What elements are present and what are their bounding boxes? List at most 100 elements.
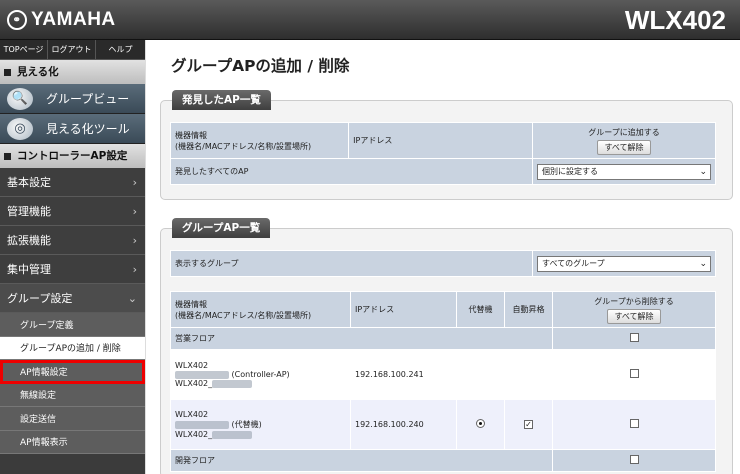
chevron-down-icon: ⌄ bbox=[699, 166, 707, 177]
auto-promote-cell bbox=[504, 349, 553, 400]
remove-checkbox[interactable] bbox=[629, 455, 639, 464]
top-bar: ⚭ YAMAHA WLX402 bbox=[0, 0, 740, 40]
all-found-ap-select[interactable]: 個別に設定する ⌄ bbox=[537, 163, 711, 180]
col-sublabel: (機器名/MACアドレス/名称/設置場所) bbox=[175, 141, 312, 151]
show-group-label: 表示するグループ bbox=[170, 250, 533, 277]
floor-remove-cell bbox=[552, 327, 716, 350]
tool-label: 見える化ツール bbox=[46, 122, 130, 136]
substitute-cell bbox=[456, 399, 505, 450]
device-name: WLX402 bbox=[175, 361, 209, 370]
masked-mac bbox=[175, 420, 229, 429]
ip-cell: 192.168.100.240 bbox=[350, 399, 457, 450]
show-group-select[interactable]: すべてのグループ ⌄ bbox=[537, 255, 711, 272]
floor-label: 営業フロア bbox=[170, 327, 553, 350]
masked-mac bbox=[175, 370, 229, 379]
submenu-wireless-settings[interactable]: 無線設定 bbox=[0, 383, 145, 407]
col-substitute: 代替機 bbox=[456, 291, 505, 328]
masked-name bbox=[212, 379, 253, 388]
page-title: グループAPの追加 / 削除 bbox=[171, 57, 350, 75]
visual-tool-button[interactable]: ◎ 見える化ツール bbox=[0, 114, 145, 144]
col-ip: IPアドレス bbox=[350, 291, 457, 328]
auto-promote-cell: ✓ bbox=[504, 399, 553, 450]
tuning-fork-icon: ⚭ bbox=[7, 10, 27, 30]
device-label: WLX402_ bbox=[175, 379, 213, 388]
menu-label: グループ設定 bbox=[7, 292, 73, 305]
chevron-right-icon: › bbox=[132, 204, 137, 218]
substitute-cell bbox=[456, 349, 505, 400]
all-found-ap-label: 発見したすべてのAP bbox=[170, 158, 533, 185]
substitute-radio[interactable] bbox=[476, 419, 485, 428]
chevron-down-icon: ⌄ bbox=[127, 291, 137, 305]
auto-promote-checkbox[interactable]: ✓ bbox=[524, 420, 533, 429]
table-row: WLX402 (Controller-AP) WLX402_ 192.168.10… bbox=[170, 349, 716, 400]
controller-section-header: コントローラーAP設定 bbox=[0, 144, 145, 168]
col-add-to-group: グループに追加する すべて解除 bbox=[532, 122, 716, 159]
group-ap-table: 機器情報 (機器名/MACアドレス/名称/設置場所) IPアドレス 代替機 自動昇… bbox=[170, 291, 716, 472]
select-value: 個別に設定する bbox=[542, 166, 598, 176]
ip-cell: 192.168.100.241 bbox=[350, 349, 457, 400]
masked-name bbox=[212, 430, 253, 439]
floor-label: 開発フロア bbox=[170, 449, 553, 472]
col-label: グループから削除する bbox=[594, 296, 674, 306]
top-nav: TOPページ ログアウト ヘルプ bbox=[0, 40, 145, 60]
menu-management[interactable]: 管理機能 › bbox=[0, 197, 145, 226]
found-ap-table: 機器情報 (機器名/MACアドレス/名称/設置場所) IPアドレス グループに追加… bbox=[169, 122, 716, 185]
clear-all-button[interactable]: すべて解除 bbox=[607, 308, 661, 324]
brand-name: YAMAHA bbox=[31, 9, 116, 30]
show-group-cell: すべてのグループ ⌄ bbox=[532, 250, 716, 277]
model-name: WLX402 bbox=[624, 5, 726, 35]
magnifier-icon: 🔍 bbox=[7, 87, 33, 110]
menu-group-settings[interactable]: グループ設定 ⌄ bbox=[0, 284, 145, 313]
submenu-send-settings[interactable]: 設定送信 bbox=[0, 407, 145, 431]
logout-link[interactable]: ログアウト bbox=[48, 40, 96, 59]
main-content: グループAPの追加 / 削除 発見したAP一覧 機器情報 (機器名/MACアドレス… bbox=[145, 40, 740, 474]
device-info-cell: WLX402 (代替機) WLX402_ bbox=[170, 399, 351, 450]
col-auto-promote: 自動昇格 bbox=[504, 291, 553, 328]
sidebar: TOPページ ログアウト ヘルプ 見える化 🔍 グループビュー ◎ 見える化ツール … bbox=[0, 40, 145, 474]
remove-checkbox[interactable] bbox=[629, 419, 639, 428]
visual-section-header: 見える化 bbox=[0, 60, 145, 84]
clear-all-button[interactable]: すべて解除 bbox=[597, 139, 651, 155]
col-device-info: 機器情報 (機器名/MACアドレス/名称/設置場所) bbox=[169, 122, 350, 159]
remove-cell bbox=[552, 399, 716, 450]
submenu-ap-info-settings[interactable]: AP情報設定 bbox=[0, 360, 145, 384]
device-label: WLX402_ bbox=[175, 430, 213, 439]
menu-label: 基本設定 bbox=[7, 176, 51, 189]
group-ap-tab: グループAP一覧 bbox=[172, 218, 271, 238]
top-page-link[interactable]: TOPページ bbox=[0, 40, 48, 59]
square-bullet-icon bbox=[4, 152, 11, 160]
menu-basic-settings[interactable]: 基本設定 › bbox=[0, 168, 145, 197]
remove-checkbox[interactable] bbox=[629, 369, 639, 378]
chevron-right-icon: › bbox=[132, 233, 137, 247]
section-label: コントローラーAP設定 bbox=[17, 150, 128, 162]
group-filter-table: 表示するグループ すべてのグループ ⌄ bbox=[170, 250, 716, 277]
section-label: 見える化 bbox=[17, 66, 59, 78]
device-info-cell: WLX402 (Controller-AP) WLX402_ bbox=[170, 349, 351, 400]
remove-checkbox[interactable] bbox=[629, 333, 639, 342]
table-row: WLX402 (代替機) WLX402_ 192.168.100.240 ✓ bbox=[170, 399, 716, 450]
floor-remove-cell bbox=[552, 449, 716, 472]
remove-cell bbox=[552, 349, 716, 400]
submenu-group-ap-add-remove[interactable]: グループAPの追加 / 削除 bbox=[0, 336, 145, 360]
chevron-down-icon: ⌄ bbox=[699, 258, 707, 269]
found-ap-tab: 発見したAP一覧 bbox=[172, 90, 271, 110]
menu-label: 集中管理 bbox=[7, 263, 51, 276]
menu-extensions[interactable]: 拡張機能 › bbox=[0, 226, 145, 255]
help-link[interactable]: ヘルプ bbox=[96, 40, 145, 59]
device-role: (Controller-AP) bbox=[231, 370, 290, 379]
col-device-info: 機器情報 (機器名/MACアドレス/名称/設置場所) bbox=[170, 291, 351, 328]
col-label: 機器情報 bbox=[175, 130, 207, 140]
all-found-ap-cell: 個別に設定する ⌄ bbox=[532, 158, 716, 185]
tool-label: グループビュー bbox=[46, 92, 130, 106]
submenu-ap-info-display[interactable]: AP情報表示 bbox=[0, 430, 145, 454]
select-value: すべてのグループ bbox=[542, 258, 605, 268]
chevron-right-icon: › bbox=[132, 262, 137, 276]
menu-label: 拡張機能 bbox=[7, 234, 51, 247]
device-name: WLX402 bbox=[175, 410, 209, 419]
menu-central-management[interactable]: 集中管理 › bbox=[0, 255, 145, 284]
device-role: (代替機) bbox=[231, 420, 262, 429]
col-ip: IPアドレス bbox=[348, 122, 533, 159]
submenu-group-definition[interactable]: グループ定義 bbox=[0, 313, 145, 337]
menu-label: 管理機能 bbox=[7, 205, 51, 218]
group-view-button[interactable]: 🔍 グループビュー bbox=[0, 84, 145, 114]
